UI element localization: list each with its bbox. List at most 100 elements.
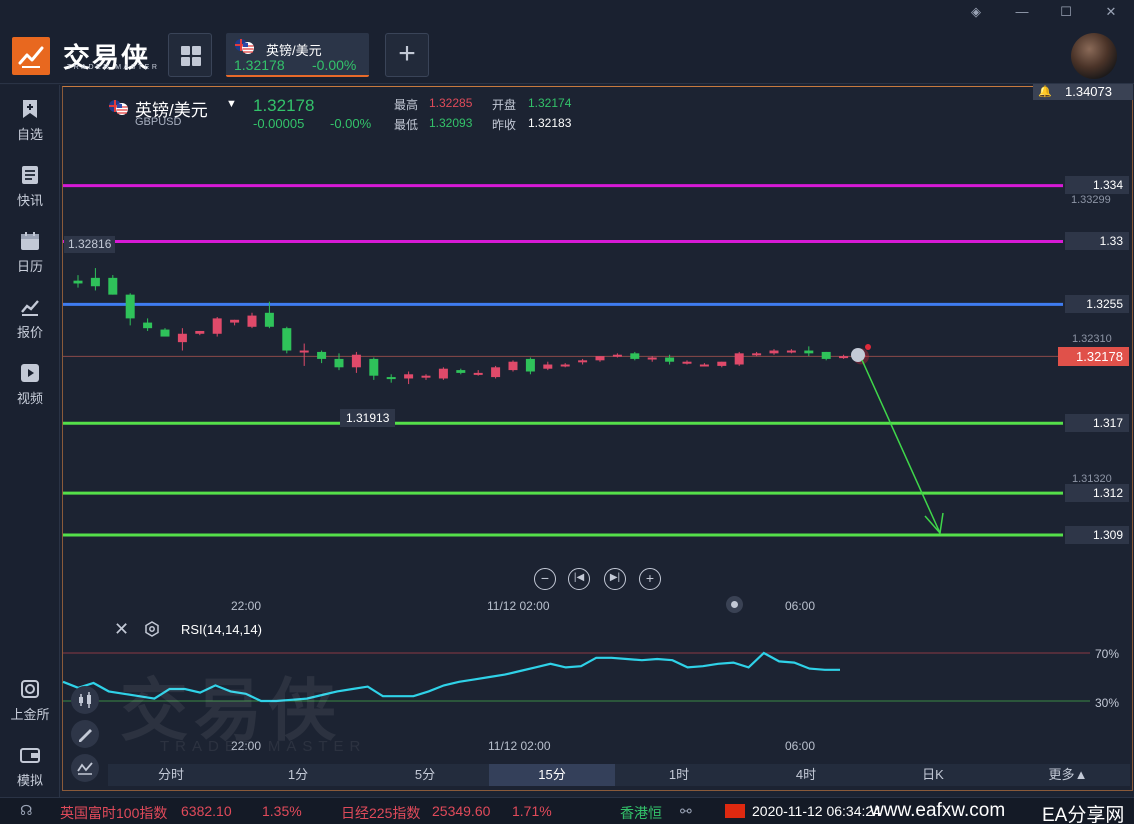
line-tag-13255: 1.3255: [1065, 295, 1129, 313]
ticker-name[interactable]: 英国富时100指数: [60, 803, 167, 823]
site-watermark: www.eafxw.com: [870, 800, 1006, 821]
timeframe-tab[interactable]: 1分: [235, 764, 361, 786]
timeframe-bar: 分时 1分 5分 15分 1时 4时 日K 更多▲: [108, 764, 1130, 786]
candle-body: [578, 360, 588, 363]
timeframe-more-button[interactable]: 更多▲: [1008, 764, 1128, 786]
price-change-pct: -0.00%: [330, 116, 372, 131]
candle-body: [369, 358, 379, 376]
low-label: 最低: [394, 118, 419, 132]
candle-body: [108, 277, 118, 295]
candle-body: [473, 372, 483, 375]
timeframe-tab[interactable]: 4时: [743, 764, 869, 786]
candle-body: [647, 357, 657, 360]
line-tag-1309: 1.309: [1065, 526, 1129, 544]
timeframe-tab-active[interactable]: 15分: [489, 764, 615, 786]
timeframe-tab[interactable]: 1时: [616, 764, 742, 786]
candle-body: [177, 333, 187, 343]
candle-body: [438, 368, 448, 379]
candle-body: [612, 354, 622, 357]
ticker-value: 6382.10: [181, 803, 232, 819]
scroll-end-button[interactable]: ▶|: [604, 568, 626, 590]
candle-body: [195, 330, 205, 334]
chevron-down-icon[interactable]: ▼: [226, 98, 237, 110]
candle-body: [630, 353, 640, 359]
zoom-out-button[interactable]: −: [534, 568, 556, 590]
high-value: 1.32285: [429, 96, 473, 110]
candle-body: [299, 350, 309, 353]
candle-body: [786, 350, 796, 353]
candle-body: [282, 328, 292, 351]
candle-body: [543, 364, 553, 369]
candle-body: [595, 356, 605, 361]
info-marker-icon: [851, 348, 865, 362]
bell-icon[interactable]: 🔔: [1038, 85, 1052, 98]
ticker-change: 1.71%: [512, 803, 552, 819]
candle-body: [839, 356, 849, 359]
open-value: 1.32174: [528, 96, 572, 110]
candle-body: [752, 353, 762, 356]
candle-body: [421, 375, 431, 378]
indicator-name: RSI(14,14,14): [181, 622, 262, 637]
prev-close-value: 1.32183: [528, 116, 572, 130]
ticker-name[interactable]: 香港恒: [620, 803, 662, 823]
close-indicator-icon[interactable]: ✕: [114, 620, 129, 638]
low-value: 1.32093: [429, 116, 473, 130]
top-price-tag: 🔔 1.34073: [1033, 84, 1133, 100]
time-label: 22:00: [231, 739, 262, 753]
gear-icon: [145, 621, 159, 637]
candle-body: [560, 364, 570, 367]
indicator-button[interactable]: [71, 754, 99, 782]
current-price-tag: 1.32178: [1058, 347, 1129, 366]
candle-body: [491, 367, 501, 378]
current-price: 1.32178: [253, 96, 315, 115]
settings-icon[interactable]: [144, 621, 160, 637]
headset-icon[interactable]: ☊: [20, 802, 32, 819]
axis-label: 1.33299: [1071, 194, 1111, 206]
high-marker: 1.32816: [64, 236, 116, 253]
more-label: 更多: [1048, 767, 1075, 782]
top-price-value: 1.34073: [1065, 84, 1112, 99]
zoom-in-button[interactable]: +: [639, 568, 661, 590]
uk-us-flag-icon: [109, 100, 128, 115]
draw-tool-button[interactable]: [71, 720, 99, 748]
line-tag-1312: 1.312: [1065, 484, 1129, 502]
candle-body: [525, 358, 535, 372]
site-watermark-name: EA分享网: [1042, 805, 1125, 824]
candle-type-button[interactable]: [71, 686, 99, 714]
candle-body: [264, 312, 274, 327]
scroll-start-button[interactable]: |◀: [568, 568, 590, 590]
candle-body: [734, 353, 744, 365]
crosshair-toggle[interactable]: [726, 596, 743, 613]
candle-body: [73, 280, 83, 284]
datetime: 2020-11-12 06:34:24: [752, 803, 881, 819]
line-tag-1317: 1.317: [1065, 414, 1129, 432]
ticker-name[interactable]: 日经225指数: [341, 803, 420, 823]
timeframe-tab[interactable]: 日K: [870, 764, 996, 786]
time-label: 11/12 02:00: [487, 599, 550, 613]
candle-body: [90, 277, 100, 287]
timeframe-tab[interactable]: 5分: [362, 764, 488, 786]
alert-dot: [865, 344, 871, 350]
connection-icon[interactable]: ⚯: [680, 803, 692, 820]
low-marker: 1.31913: [340, 409, 396, 427]
candle-body: [699, 364, 709, 367]
candle-body: [508, 361, 518, 371]
caret-up-icon: ▲: [1074, 767, 1088, 782]
candle-body: [230, 319, 240, 323]
line-tag-133: 1.33: [1065, 232, 1129, 250]
candle-body: [160, 329, 170, 337]
candle-icon: [79, 692, 91, 708]
candle-body: [334, 358, 344, 368]
timeframe-tab[interactable]: 分时: [108, 764, 234, 786]
candle-body: [769, 350, 779, 354]
ticker-change: 1.35%: [262, 803, 302, 819]
time-label: 22:00: [231, 599, 262, 613]
candle-body: [821, 351, 831, 359]
candle-body: [456, 370, 466, 373]
forecast-arrow: [861, 359, 941, 534]
candle-body: [125, 294, 135, 319]
market-ticker: ☊ 英国富时100指数 6382.10 1.35% 日经225指数 25349.…: [0, 797, 1134, 824]
candle-body: [143, 322, 153, 329]
china-flag-icon: [725, 804, 745, 818]
axis-label: 1.32310: [1072, 333, 1112, 345]
